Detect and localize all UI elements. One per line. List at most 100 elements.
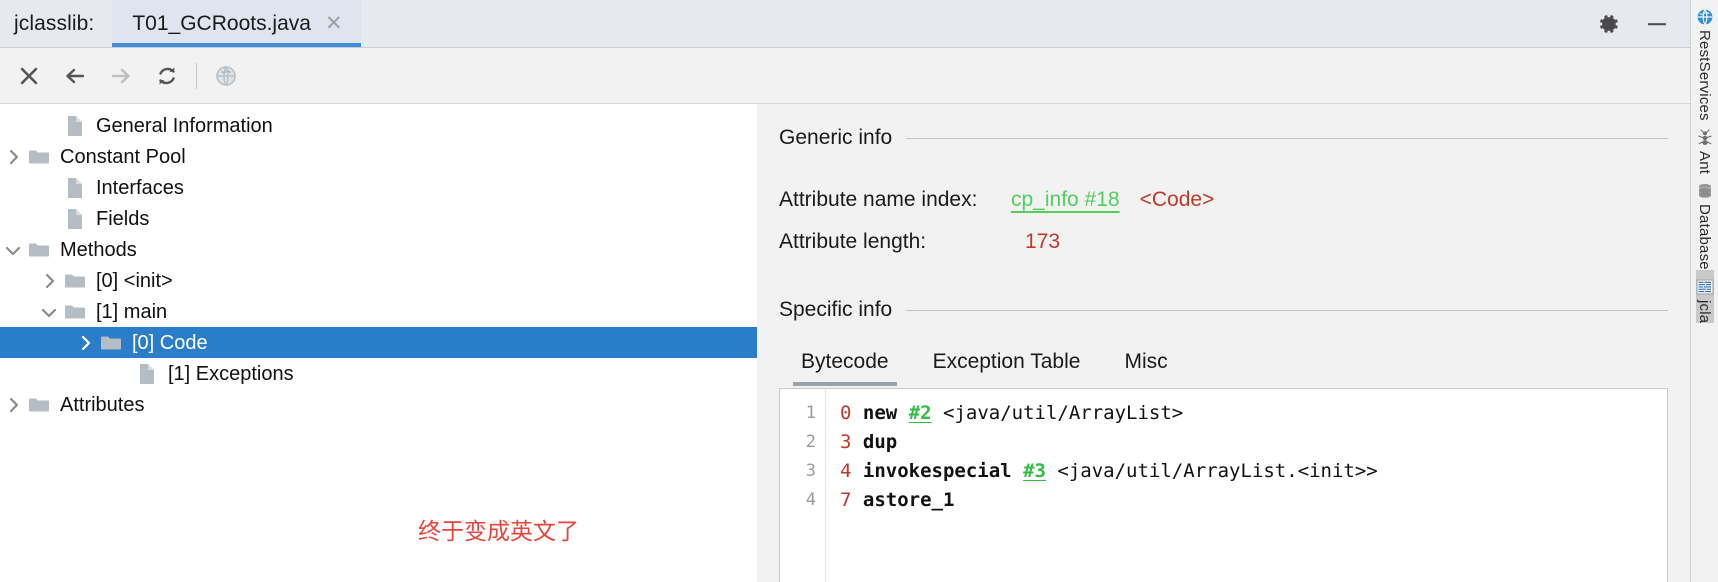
tree-item-label: Constant Pool [60,145,186,168]
editor-tab-label: T01_GCRoots.java [132,11,311,35]
toolbar-separator [196,62,197,89]
tab-bytecode[interactable]: Bytecode [779,344,911,386]
attribute-detail-pane: Generic info Attribute name index: cp_in… [757,104,1690,582]
tool-window-button-restservices[interactable]: RestServices [1696,0,1714,121]
ant-icon [1696,129,1714,147]
tree-item-label: [0] Code [132,331,208,354]
chevron-right-icon[interactable] [0,141,26,172]
toolbar [0,48,1690,104]
file-icon [134,363,160,385]
cp-info-link[interactable]: cp_info #18 [1011,188,1120,212]
attribute-name-index-label: Attribute name index: [779,188,978,211]
tree-item[interactable]: Interfaces [0,172,757,203]
bytecode-line: 7 astore_1 [840,486,1667,515]
tree-item[interactable]: Methods [0,234,757,265]
main-column: jclasslib: T01_GCRoots.java ✕ General In… [0,0,1690,582]
tree-item[interactable]: [0] <init> [0,265,757,296]
tool-window-header: jclasslib: T01_GCRoots.java ✕ [0,0,1690,48]
close-button[interactable] [6,53,52,99]
bytecode-mnemonic: astore_1 [862,489,955,511]
tree-item[interactable]: [1] Exceptions [0,358,757,389]
chevron-right-icon[interactable] [36,265,62,296]
tree-item-label: [0] <init> [96,269,173,292]
constant-pool-ref-link[interactable]: #2 [909,402,932,424]
specific-info-header: Specific info [779,298,1668,322]
forward-button [98,53,144,99]
chevron-right-icon[interactable] [0,389,26,420]
content-body: General Information Constant Pool Interfac… [0,104,1690,582]
tree-item-label: Methods [60,238,137,261]
jclasslib-tool-window: jclasslib: T01_GCRoots.java ✕ General In… [0,0,1718,582]
gear-icon[interactable] [1596,11,1622,37]
folder-icon [62,271,88,291]
attribute-length-value: 173 [1025,230,1061,253]
database-icon [1696,182,1714,200]
tree-item[interactable]: General Information [0,110,757,141]
tree-item[interactable]: Attributes [0,389,757,420]
section-rule [906,137,1668,139]
generic-info-header: Generic info [779,126,1668,150]
class-structure-tree[interactable]: General Information Constant Pool Interfac… [0,104,757,582]
bytecode-line: 4 invokespecial #3 <java/util/ArrayList.… [840,457,1667,486]
browse-button [203,53,249,99]
tool-window-button-label: jcla [1696,299,1713,324]
line-number: 4 [805,490,816,510]
file-icon [62,208,88,230]
bytecode-line: 0 new #2 <java/util/ArrayList> [840,399,1667,428]
tab-exception-table[interactable]: Exception Table [911,344,1103,386]
file-icon [62,177,88,199]
twisty-none [36,172,62,203]
specific-info-tabs: Bytecode Exception Table Misc [779,344,1668,386]
section-rule [906,309,1668,311]
tool-window-button-jcla[interactable]: jcla [1695,269,1714,324]
tree-item-label: General Information [96,114,273,137]
header-actions [1596,0,1690,47]
chevron-down-icon[interactable] [0,234,26,265]
annotation-text: 终于变成英文了 [418,519,579,545]
header-spacer [361,0,1596,47]
tree-item-label: [1] main [96,300,168,323]
bytecode-offset: 3 [840,431,852,453]
bytecode-offset: 7 [840,489,852,511]
bytecode-offset: 0 [840,402,852,424]
back-button[interactable] [52,53,98,99]
jclasslib-icon [1696,278,1714,296]
bytecode-code-area[interactable]: 0 new #2 <java/util/ArrayList> 3 dup 4 inv… [826,389,1667,582]
tab-misc[interactable]: Misc [1102,344,1189,386]
bytecode-offset: 4 [840,460,852,482]
bytecode-mnemonic: new [862,402,898,424]
reload-button[interactable] [144,53,190,99]
tree-item[interactable]: [1] main [0,296,757,327]
constant-pool-ref-link[interactable]: #3 [1023,460,1046,482]
bytecode-line: 3 dup [840,428,1667,457]
bytecode-argument: <java/util/ArrayList> [943,402,1184,424]
tree-item[interactable]: [0] Code [0,327,757,358]
tree-item-label: Fields [96,207,150,230]
line-number-gutter: 1 2 3 4 [780,389,826,582]
right-tool-window-strip: RestServices Ant Database jcla [1690,0,1718,582]
bytecode-view[interactable]: 1234 0 new #2 <java/util/ArrayList> 3 dup… [779,388,1668,582]
folder-icon [26,240,52,260]
folder-icon [26,395,52,415]
tree-rows: General Information Constant Pool Interfac… [0,110,757,420]
folder-icon [26,147,52,167]
tool-window-button-ant[interactable]: Ant [1696,121,1714,174]
minimize-icon[interactable] [1644,11,1670,37]
attribute-name-index-row: Attribute name index: cp_info #18 <Code> [779,188,1668,212]
file-icon [62,115,88,137]
tool-window-button-label: RestServices [1696,30,1713,121]
twisty-none [36,203,62,234]
close-icon[interactable]: ✕ [325,13,343,34]
specific-info-title: Specific info [779,298,893,321]
attribute-name-value: <Code> [1139,188,1215,211]
attribute-length-row: Attribute length: 173 [779,230,1668,254]
tool-window-button-database[interactable]: Database [1696,174,1714,270]
chevron-right-icon[interactable] [72,327,98,358]
editor-tab-t01-gcroots[interactable]: T01_GCRoots.java ✕ [112,0,361,47]
chevron-down-icon[interactable] [36,296,62,327]
tree-item[interactable]: Fields [0,203,757,234]
tree-item[interactable]: Constant Pool [0,141,757,172]
tree-item-label: Attributes [60,393,145,416]
globe-icon [1696,8,1714,26]
twisty-none [108,358,134,389]
